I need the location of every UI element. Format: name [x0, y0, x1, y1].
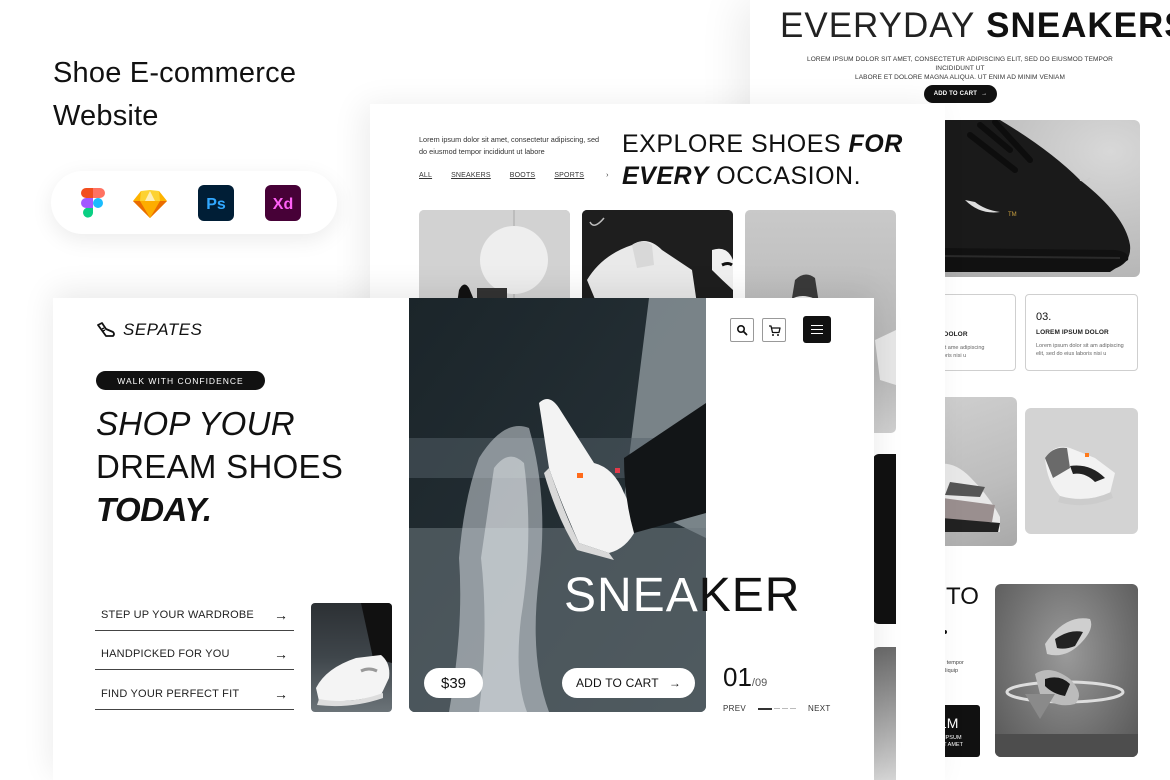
- arrow-right-icon: →: [274, 606, 288, 623]
- figma-icon: [81, 188, 105, 218]
- brand-logo[interactable]: SEPATES: [96, 320, 202, 340]
- link-step-up-wardrobe[interactable]: STEP UP YOUR WARDROBE →: [95, 599, 294, 631]
- tools-pill: Ps Xd: [51, 171, 337, 234]
- dark-banner-edge: [873, 454, 896, 624]
- product-photo-ball[interactable]: [419, 210, 570, 304]
- tab-boots[interactable]: BOOTS: [510, 172, 536, 179]
- slide-counter: 01/09: [723, 662, 768, 692]
- hero-headline-line1: SHOP YOUR: [96, 405, 295, 442]
- explore-headline: EXPLORE SHOES FOR EVERY OCCASION.: [622, 130, 903, 190]
- gray-banner-edge: [873, 647, 896, 780]
- menu-button[interactable]: [803, 316, 831, 343]
- hero-headline-line3: TODAY.: [96, 491, 212, 528]
- cart-button[interactable]: [762, 318, 786, 342]
- hero-sneaker-splash-photo: [409, 298, 706, 712]
- explore-description: Lorem ipsum dolor sit amet, consectetur …: [419, 135, 600, 156]
- section-title-fragment: TO: [946, 583, 979, 610]
- tab-all[interactable]: ALL: [419, 172, 432, 179]
- tab-sneakers[interactable]: SNEAKERS: [451, 172, 491, 179]
- slide-pager: PREV NEXT: [723, 704, 831, 713]
- hero-headline-line2: DREAM SHOES: [96, 448, 344, 485]
- sketch-icon: [133, 190, 167, 218]
- link-find-perfect-fit[interactable]: FIND YOUR PERFECT FIT →: [95, 678, 294, 710]
- presentation-title: Shoe E-commerce Website: [53, 52, 296, 138]
- arrow-right-icon: →: [668, 676, 682, 690]
- presentation-title-line1: Shoe E-commerce: [53, 57, 297, 89]
- feature-card-3: 03. LOREM IPSUM DOLOR Lorem ipsum dolor …: [1025, 294, 1138, 371]
- floating-sneakers-photo: [995, 584, 1138, 757]
- page-preview-home-hero: SEPATES WALK WITH CONFIDENCE SHOP YOUR D…: [53, 298, 874, 780]
- photoshop-icon: Ps: [198, 185, 234, 221]
- sneaker-logo-icon: [97, 322, 115, 337]
- presentation-title-line2: Website: [53, 100, 159, 132]
- svg-text:Ps: Ps: [206, 196, 226, 213]
- search-icon: [736, 324, 748, 336]
- chevron-right-icon[interactable]: ›: [606, 172, 609, 179]
- everyday-add-to-cart-button[interactable]: ADD TO CART →: [924, 85, 997, 103]
- brand-name: SEPATES: [123, 320, 203, 339]
- cart-icon: [768, 324, 781, 336]
- tab-sports[interactable]: SPORTS: [554, 172, 584, 179]
- hamburger-icon-line: [811, 324, 823, 327]
- high-top-sneaker-photo: [1025, 408, 1138, 534]
- prev-button[interactable]: PREV: [723, 704, 746, 713]
- price-badge: $39: [424, 668, 483, 698]
- arrow-right-icon: →: [274, 685, 288, 702]
- thumbnail-white-sneaker[interactable]: [311, 603, 392, 712]
- arrow-right-icon: →: [981, 91, 988, 97]
- slide-progress-indicator: [758, 707, 796, 710]
- everyday-sneakers-title: EVERYDAY SNEAKERS: [780, 6, 1170, 45]
- arrow-right-icon: →: [274, 645, 288, 662]
- svg-text:TM: TM: [1008, 212, 1017, 218]
- xd-icon: Xd: [265, 185, 301, 221]
- product-name-sneaker: SNEAKER: [564, 569, 801, 622]
- black-sneaker-photo: TM: [940, 120, 1140, 277]
- search-button[interactable]: [730, 318, 754, 342]
- link-handpicked-for-you[interactable]: HANDPICKED FOR YOU →: [95, 638, 294, 670]
- next-button[interactable]: NEXT: [808, 704, 831, 713]
- everyday-sneakers-description: LOREM IPSUM DOLOR SIT AMET, CONSECTETUR …: [807, 56, 1113, 81]
- svg-text:Xd: Xd: [273, 196, 293, 213]
- tagline-badge: WALK WITH CONFIDENCE: [96, 371, 265, 390]
- add-to-cart-button[interactable]: ADD TO CART →: [562, 668, 695, 698]
- category-tabs: ALL SNEAKERS BOOTS SPORTS ›: [419, 172, 628, 179]
- product-photo-white-sneaker[interactable]: [582, 210, 733, 304]
